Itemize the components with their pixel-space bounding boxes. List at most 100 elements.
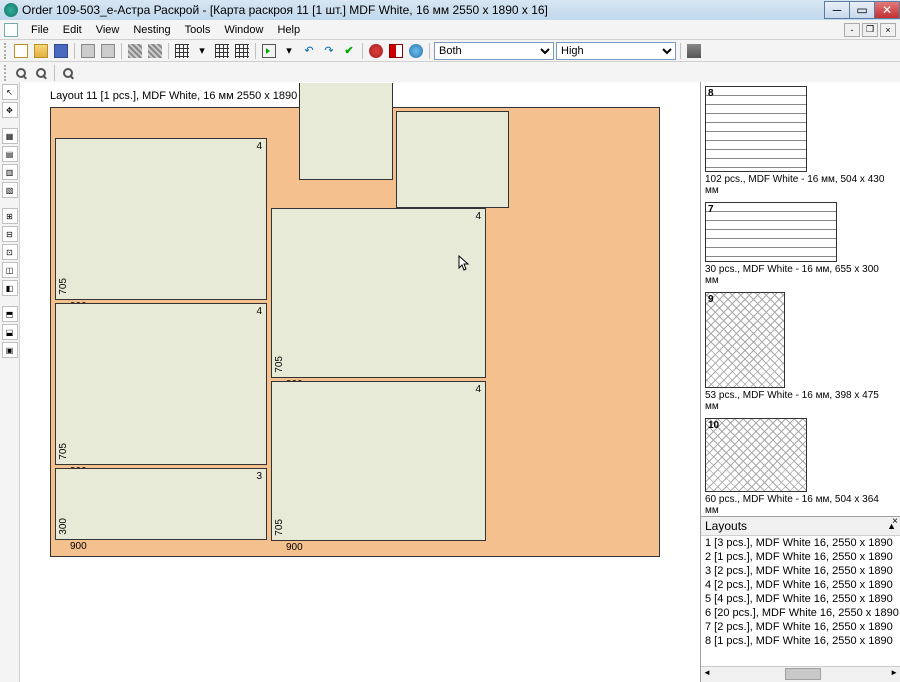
toolbar-grip[interactable]: [4, 43, 8, 59]
redo-button[interactable]: ↷: [320, 42, 338, 60]
dropdown-button[interactable]: ▾: [193, 42, 211, 60]
flag-button[interactable]: [387, 42, 405, 60]
document-icon[interactable]: [4, 23, 18, 37]
group-d-tool[interactable]: ▧: [2, 182, 18, 198]
zoom-out-button[interactable]: [32, 64, 50, 82]
zoom-out-icon: [36, 68, 46, 78]
open-button[interactable]: [32, 42, 50, 60]
piece-4[interactable]: 4 705 900: [271, 381, 486, 541]
sheet[interactable]: 4 705 900 4 705 900 3 300 900 4 705 900 …: [50, 107, 660, 557]
new-button[interactable]: [12, 42, 30, 60]
mode-select[interactable]: Both: [434, 42, 554, 60]
piece-3[interactable]: 3 300 900: [55, 468, 267, 540]
menu-bar: File Edit View Nesting Tools Window Help…: [0, 20, 900, 40]
separator: [680, 43, 681, 59]
layout-row[interactable]: 2 [1 pcs.], MDF White 16, 2550 x 1890: [701, 550, 900, 564]
part-number: 10: [708, 420, 719, 431]
select-tool[interactable]: ↖: [2, 84, 18, 100]
op-g-tool[interactable]: ⬓: [2, 324, 18, 340]
pin-button[interactable]: [367, 42, 385, 60]
part-caption: 60 pcs., MDF White - 16 мм, 504 x 364 мм: [705, 494, 886, 516]
piece-4[interactable]: 4 705 900: [271, 208, 486, 378]
close-button[interactable]: ✕: [874, 1, 900, 19]
op-e-tool[interactable]: ◧: [2, 280, 18, 296]
flag-icon: [389, 44, 403, 58]
separator: [429, 43, 430, 59]
zoom-in-button[interactable]: [12, 64, 30, 82]
grid-icon: [175, 44, 189, 58]
op-h-tool[interactable]: ▣: [2, 342, 18, 358]
group-b-tool[interactable]: ▤: [2, 146, 18, 162]
part-thumb[interactable]: 10: [705, 418, 807, 492]
piece-4[interactable]: 4 705 900: [55, 138, 267, 300]
piece-id: 4: [256, 141, 262, 152]
menu-view[interactable]: View: [89, 22, 127, 38]
zoom-fit-icon: [63, 68, 73, 78]
zoom-in-icon: [16, 68, 26, 78]
piece-height: 705: [274, 356, 285, 373]
layout-row[interactable]: 3 [2 pcs.], MDF White 16, 2550 x 1890: [701, 564, 900, 578]
layouts-list[interactable]: 1 [3 pcs.], MDF White 16, 2550 x 18902 […: [701, 536, 900, 666]
save-button[interactable]: [52, 42, 70, 60]
piece-waste[interactable]: [299, 83, 393, 180]
copy-button[interactable]: [126, 42, 144, 60]
tool-button[interactable]: [685, 42, 703, 60]
globe-button[interactable]: [407, 42, 425, 60]
piece-id: 3: [256, 471, 262, 482]
menu-help[interactable]: Help: [270, 22, 307, 38]
layout-row[interactable]: 6 [20 pcs.], MDF White 16, 2550 x 1890: [701, 606, 900, 620]
piece-id: 4: [256, 306, 262, 317]
maximize-button[interactable]: ▭: [849, 1, 875, 19]
paste-button[interactable]: [146, 42, 164, 60]
layout-a-button[interactable]: [213, 42, 231, 60]
canvas-area[interactable]: Layout 11 [1 pcs.], MDF White, 16 мм 255…: [20, 82, 700, 682]
part-number: 7: [708, 204, 714, 215]
print-button[interactable]: [79, 42, 97, 60]
grid-button[interactable]: [173, 42, 191, 60]
op-d-tool[interactable]: ◫: [2, 262, 18, 278]
layout-row[interactable]: 4 [2 pcs.], MDF White 16, 2550 x 1890: [701, 578, 900, 592]
layout-b-button[interactable]: [233, 42, 251, 60]
group-a-tool[interactable]: ▦: [2, 128, 18, 144]
part-caption: 53 pcs., MDF White - 16 мм, 398 x 475 мм: [705, 390, 886, 412]
preview-button[interactable]: [99, 42, 117, 60]
piece-waste[interactable]: [396, 111, 509, 208]
undo-button[interactable]: ↶: [300, 42, 318, 60]
mdi-restore-button[interactable]: ❐: [862, 23, 878, 37]
mdi-close-button[interactable]: ×: [880, 23, 896, 37]
check-button[interactable]: ✔: [340, 42, 358, 60]
move-tool[interactable]: ✥: [2, 102, 18, 118]
horizontal-scrollbar[interactable]: ◄ ►: [701, 666, 900, 682]
piece-width: 900: [286, 542, 303, 553]
menu-file[interactable]: File: [24, 22, 56, 38]
op-f-tool[interactable]: ⬒: [2, 306, 18, 322]
piece-width: 900: [70, 541, 87, 552]
parts-list[interactable]: 8102 pcs., MDF White - 16 мм, 504 x 430 …: [701, 82, 900, 516]
panel-close-button[interactable]: ×: [892, 516, 898, 527]
menu-edit[interactable]: Edit: [56, 22, 89, 38]
layout-row[interactable]: 1 [3 pcs.], MDF White 16, 2550 x 1890: [701, 536, 900, 550]
op-a-tool[interactable]: ⊞: [2, 208, 18, 224]
layout-row[interactable]: 5 [4 pcs.], MDF White 16, 2550 x 1890: [701, 592, 900, 606]
group-c-tool[interactable]: ▥: [2, 164, 18, 180]
op-b-tool[interactable]: ⊟: [2, 226, 18, 242]
part-thumb[interactable]: 9: [705, 292, 785, 388]
layout-row[interactable]: 8 [1 pcs.], MDF White 16, 2550 x 1890: [701, 634, 900, 648]
piece-height: 705: [58, 443, 69, 460]
part-thumb[interactable]: 7: [705, 202, 837, 262]
toolbar-grip[interactable]: [4, 65, 8, 81]
run-button[interactable]: [260, 42, 278, 60]
menu-tools[interactable]: Tools: [178, 22, 218, 38]
layout-row[interactable]: 7 [2 pcs.], MDF White 16, 2550 x 1890: [701, 620, 900, 634]
part-thumb[interactable]: 8: [705, 86, 807, 172]
menu-nesting[interactable]: Nesting: [126, 22, 177, 38]
dropdown-button-2[interactable]: ▾: [280, 42, 298, 60]
zoom-fit-button[interactable]: [59, 64, 77, 82]
mdi-minimize-button[interactable]: -: [844, 23, 860, 37]
quality-select[interactable]: High: [556, 42, 676, 60]
piece-4[interactable]: 4 705 900: [55, 303, 267, 465]
scrollbar-thumb[interactable]: [785, 668, 821, 680]
op-c-tool[interactable]: ⊡: [2, 244, 18, 260]
menu-window[interactable]: Window: [217, 22, 270, 38]
minimize-button[interactable]: ─: [824, 1, 850, 19]
